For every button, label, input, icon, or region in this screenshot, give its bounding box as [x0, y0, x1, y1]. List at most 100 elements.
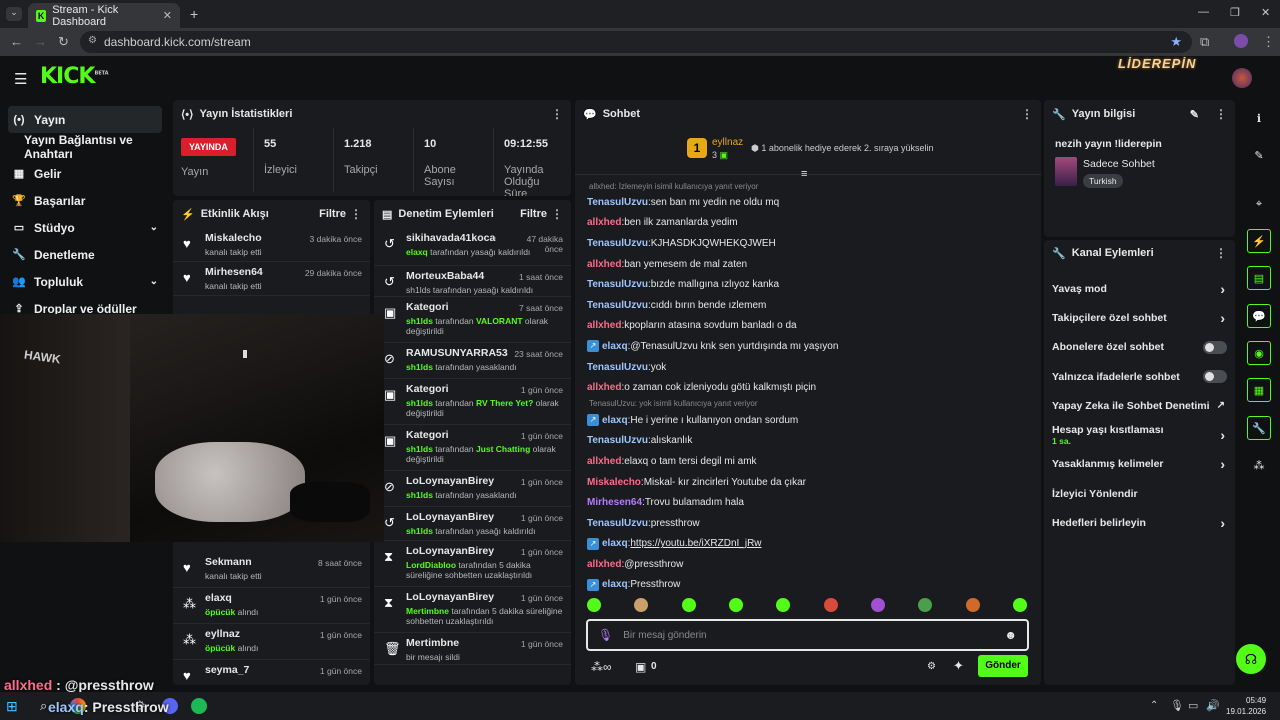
tray-expand-icon[interactable]: ⌃	[1150, 700, 1158, 711]
activity-row[interactable]: ♥ Sekmann kanalı takip etti 8 saat önce	[173, 552, 370, 588]
filter-button[interactable]: Filtre	[319, 208, 346, 220]
moderation-row[interactable]: ⊘ RAMUSUNYARRA53 sh1lds tarafından yasakla…	[374, 343, 571, 379]
minimize-icon[interactable]: —	[1198, 6, 1209, 18]
channel-action-9[interactable]: Hedefleri belirleyin ›	[1044, 508, 1235, 537]
chat-message[interactable]: TenasulUzvu: bızde mallıgına ızlıyoz kan…	[575, 274, 1035, 295]
filter-button[interactable]: Filtre	[520, 208, 547, 220]
emote-picker-icon[interactable]: ✦	[953, 658, 964, 674]
moderation-row[interactable]: ↺ LoLoynayanBirey sh1lds tarafından yasağı…	[374, 507, 571, 541]
chat-message[interactable]: Miskalecho: Miskal- kır zincirleri Youtu…	[575, 472, 1035, 493]
browser-menu-icon[interactable]: ⋮	[1262, 34, 1275, 50]
chevron-down-icon[interactable]: ⌄	[150, 276, 158, 287]
forward-icon[interactable]: →	[34, 34, 47, 49]
chevron-right-icon[interactable]: ›	[1220, 515, 1225, 531]
chat-message[interactable]: TenasulUzvu: KJHASDKJQWHEKQJWEH	[575, 233, 1035, 254]
clock[interactable]: 05:49 19.01.2026	[1226, 695, 1266, 717]
bolt-widget-icon[interactable]: ⚡	[1247, 229, 1271, 253]
chat-input[interactable]: 🎙 Bir mesaj gönderin ☻	[586, 619, 1029, 651]
emote-icon[interactable]	[681, 598, 696, 612]
chat-username[interactable]: allxhed	[587, 382, 621, 393]
category-name[interactable]: Sadece Sohbet	[1083, 158, 1155, 170]
leaderboard-user[interactable]: eyllnaz	[712, 137, 743, 148]
back-icon[interactable]: ←	[10, 34, 23, 49]
emote-icon[interactable]	[870, 598, 885, 612]
channel-action-4[interactable]: Yalnızca ifadelerle sohbet	[1044, 362, 1235, 391]
chat-username[interactable]: allxhed	[587, 320, 621, 331]
chat-message[interactable]: allxhed: kpopların atasına sovdum banlad…	[575, 316, 1035, 337]
chat-message[interactable]: allxhed: elaxq o tam tersi degil mi amk	[575, 451, 1035, 472]
activity-row[interactable]: ♥ Miskalecho kanalı takip etti 3 dakika önc…	[173, 228, 370, 262]
chat-message[interactable]: ↗ elaxq: Pressthrow	[575, 575, 1035, 592]
chat-message[interactable]: ↗ elaxq: https://youtu.be/iXRZDnI_jRw	[575, 534, 1035, 555]
tab-search-icon[interactable]: ⌄	[6, 7, 22, 21]
focus-icon[interactable]: ⌖	[1247, 192, 1271, 216]
chat-message[interactable]: allxhed: ban yemesem de mal zaten	[575, 254, 1035, 275]
chat-message[interactable]: allxhed: o zaman cok izleniyodu götü kal…	[575, 377, 1035, 398]
chat-message[interactable]: TenasulUzvu: alıskanlık	[575, 431, 1035, 452]
send-button[interactable]: Gönder	[978, 655, 1028, 677]
chevron-right-icon[interactable]: ›	[1220, 310, 1225, 326]
gift-box-icon[interactable]: ▣	[635, 660, 646, 674]
emote-icon[interactable]	[634, 598, 649, 612]
extensions-icon[interactable]: ⧉	[1200, 34, 1209, 50]
search-icon[interactable]: ⌕	[40, 698, 47, 714]
chat-text[interactable]: https://youtu.be/iXRZDnI_jRw	[630, 538, 761, 549]
moderation-row[interactable]: ▣ Kategori sh1lds tarafından Just Chatting…	[374, 425, 571, 471]
chat-username[interactable]: elaxq	[602, 579, 628, 590]
channel-action-8[interactable]: İzleyici Yönlendir	[1044, 479, 1235, 508]
chat-message[interactable]: TenasulUzvu: pressthrow	[575, 513, 1035, 534]
kebab-menu-icon[interactable]: ⋮	[1021, 107, 1033, 121]
chat-message[interactable]: TenasulUzvu: cıddı bırın bende ızlemem	[575, 295, 1035, 316]
chat-username[interactable]: TenasulUzvu	[587, 435, 648, 446]
window-close-icon[interactable]: ✕	[1261, 6, 1270, 19]
activity-row[interactable]: ♥ Mirhesen64 kanalı takip etti 29 dakika ön…	[173, 262, 370, 296]
channel-action-7[interactable]: Yasaklanmış kelimeler ›	[1044, 450, 1235, 479]
activity-row[interactable]: ⁂ eyllnaz öpücük alındı 1 gün önce	[173, 624, 370, 660]
toggle-switch[interactable]	[1203, 340, 1227, 354]
profile-avatar[interactable]	[1234, 34, 1248, 48]
moderation-row[interactable]: ▣ Kategori sh1lds tarafından RV There Yet?…	[374, 379, 571, 425]
chat-username[interactable]: allxhed	[587, 456, 621, 467]
moderation-row[interactable]: ↺ MorteuxBaba44 sh1lds tarafından yasağı k…	[374, 266, 571, 297]
kebab-menu-icon[interactable]: ⋮	[350, 207, 362, 221]
notes-widget-icon[interactable]: ▤	[1247, 266, 1271, 290]
kick-logo[interactable]: KICKBETA	[40, 64, 109, 89]
pencil-icon[interactable]: ✎	[1247, 143, 1271, 167]
chat-username[interactable]: TenasulUzvu	[587, 279, 648, 290]
kebab-menu-icon[interactable]: ⋮	[1215, 107, 1227, 121]
chat-username[interactable]: allxhed	[587, 559, 621, 570]
category-thumbnail[interactable]	[1055, 157, 1077, 186]
emote-icon[interactable]	[776, 598, 791, 612]
volume-icon[interactable]: 🔊	[1206, 699, 1220, 712]
kebab-menu-icon[interactable]: ⋮	[551, 207, 563, 221]
channel-action-1[interactable]: Yavaş mod ›	[1044, 274, 1235, 303]
chat-message[interactable]: Mirhesen64: Trovu bulamadım hala	[575, 492, 1035, 513]
chat-message[interactable]: ↗ elaxq: He i yerine ı kullanıyon ondan s…	[575, 410, 1035, 431]
activity-row[interactable]: ♥ seyma_7 1 gün önce	[173, 660, 370, 685]
sidebar-item[interactable]: 🔧 Denetleme	[0, 241, 170, 268]
emote-icon[interactable]	[1012, 598, 1027, 612]
sidebar-item[interactable]: Yayın Bağlantısı ve Anahtarı	[0, 133, 170, 161]
reload-icon[interactable]: ↻	[58, 34, 69, 50]
chat-message[interactable]: allxhed: @pressthrow	[575, 554, 1035, 575]
chat-username[interactable]: Mirhesen64	[587, 497, 642, 508]
moderation-row[interactable]: ↺ sikihavada41kocaelilieray elaxq tarafınd…	[374, 228, 571, 266]
sidebar-item[interactable]: ▦ Gelir	[0, 160, 170, 187]
layout-widget-icon[interactable]: ▦	[1247, 378, 1271, 402]
address-bar[interactable]: ⚙ dashboard.kick.com/stream ★	[80, 31, 1192, 53]
moderation-row[interactable]: ▣ Kategori sh1lds tarafından VALORANT olar…	[374, 297, 571, 343]
support-headset-icon[interactable]: ☊	[1236, 644, 1266, 674]
user-avatar[interactable]	[1232, 68, 1252, 88]
channel-action-3[interactable]: Abonelere özel sohbet	[1044, 333, 1235, 362]
kebab-menu-icon[interactable]: ⋮	[1215, 246, 1227, 260]
chat-message[interactable]: TenasulUzvu: yok	[575, 357, 1035, 378]
chat-settings-icon[interactable]: ⚙	[927, 661, 936, 672]
chat-message[interactable]: ↗ elaxq: @TenasulUzvu knk sen yurtdışında…	[575, 336, 1035, 357]
emoji-icon[interactable]: ☻	[1004, 628, 1017, 642]
emote-icon[interactable]	[728, 598, 743, 612]
network-icon[interactable]: ▭	[1188, 699, 1198, 712]
bookmark-star-icon[interactable]: ★	[1170, 34, 1182, 50]
chat-message[interactable]: TenasulUzvu: sen ban mı yedin ne oldu mq	[575, 192, 1035, 213]
chat-username[interactable]: TenasulUzvu	[587, 518, 648, 529]
emote-icon[interactable]	[823, 598, 838, 612]
